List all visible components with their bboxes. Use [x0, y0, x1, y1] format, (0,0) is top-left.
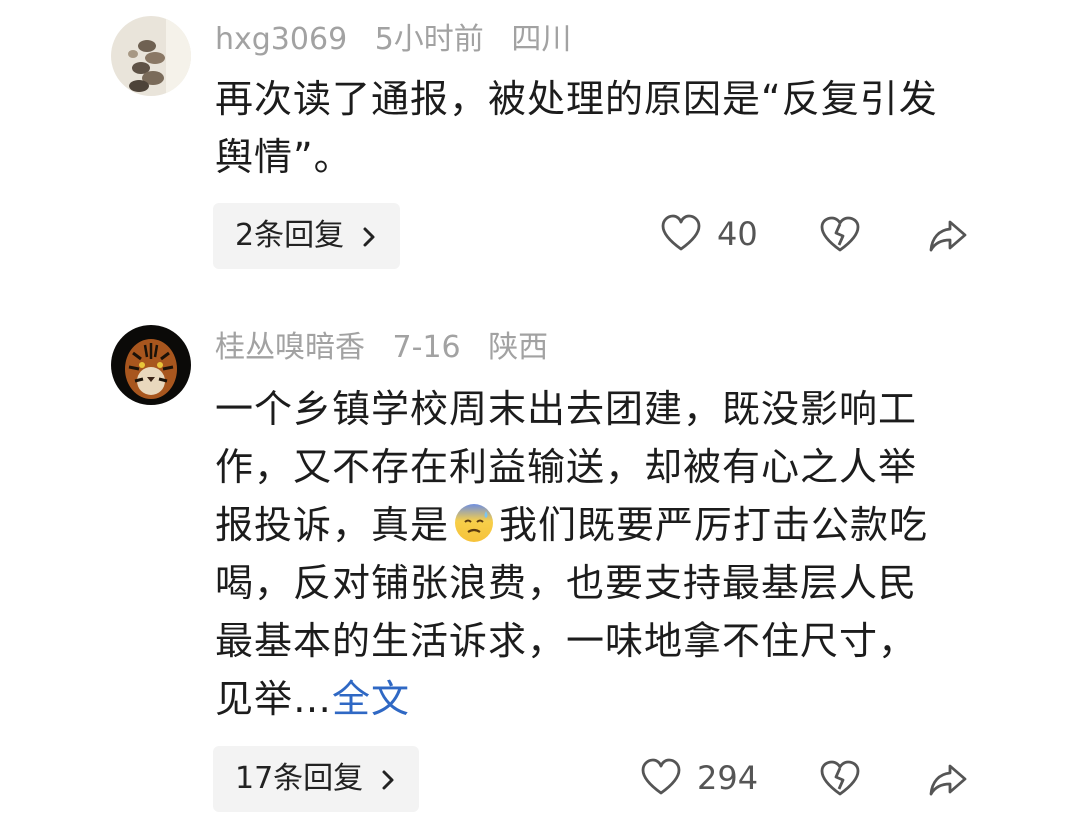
share-button[interactable]: [928, 218, 968, 254]
comment-time: 7-16: [392, 330, 461, 365]
dislike-button[interactable]: [820, 216, 860, 254]
comment-text: 再次读了通报，被处理的原因是“反复引发舆情”。: [215, 70, 965, 186]
chevron-right-icon: [381, 749, 395, 815]
heart-outline-icon: [661, 214, 701, 254]
username[interactable]: hxg3069: [215, 22, 347, 57]
chevron-right-icon: [362, 206, 376, 272]
view-replies-button[interactable]: 17条回复: [213, 746, 419, 812]
share-arrow-icon: [928, 762, 968, 798]
comment-text-body: 再次读了通报，被处理的原因是“反复引发舆情”。: [215, 77, 938, 179]
view-replies-button[interactable]: 2条回复: [213, 203, 400, 269]
heart-outline-icon: [641, 758, 681, 798]
avatar[interactable]: [111, 325, 191, 405]
broken-heart-icon: [820, 216, 860, 254]
comment-meta: 桂丛嗅暗香 7-16 陕西: [215, 328, 566, 368]
username[interactable]: 桂丛嗅暗香: [215, 330, 365, 365]
like-button[interactable]: 40: [661, 214, 758, 254]
comment-location: 四川: [511, 22, 572, 57]
full-text-link[interactable]: 全文: [332, 677, 410, 721]
avatar-image: [111, 16, 191, 96]
like-button[interactable]: 294: [641, 758, 758, 798]
replies-label: 2条回复: [235, 218, 345, 253]
comment-text: 一个乡镇学校周末出去团建，既没影响工作，又不存在利益输送，却被有心之人举报投诉，…: [215, 380, 945, 728]
comment-meta: hxg3069 5小时前 四川: [215, 20, 589, 60]
anxious-sweat-face-emoji: [453, 502, 495, 544]
avatar[interactable]: [111, 16, 191, 96]
broken-heart-icon: [820, 760, 860, 798]
comment-location: 陕西: [488, 330, 549, 365]
share-button[interactable]: [928, 762, 968, 798]
dislike-button[interactable]: [820, 760, 860, 798]
replies-label: 17条回复: [235, 761, 364, 796]
comment-time: 5小时前: [374, 22, 484, 57]
share-arrow-icon: [928, 218, 968, 254]
like-count: 40: [717, 215, 758, 253]
avatar-image: [111, 325, 191, 405]
like-count: 294: [697, 759, 759, 797]
